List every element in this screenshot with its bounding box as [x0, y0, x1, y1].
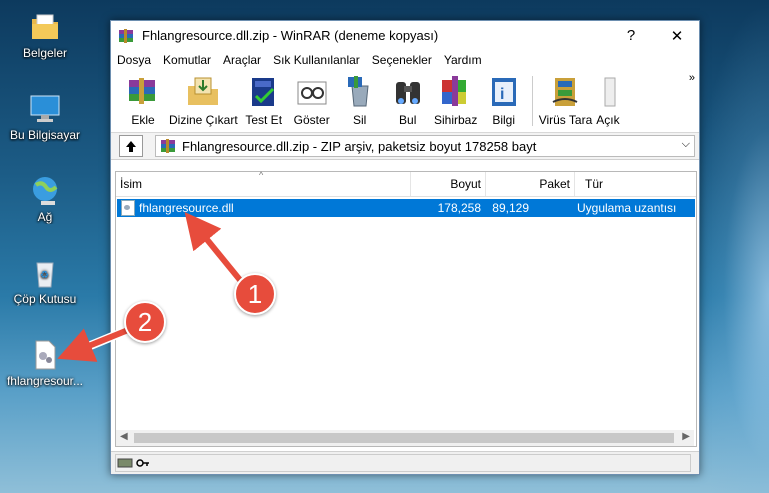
callout-badge-2: 2 [124, 301, 166, 343]
callout-badge-1: 1 [234, 273, 276, 315]
annotation-arrows [57, 212, 244, 362]
arrow-2 [57, 327, 130, 362]
arrow-1 [184, 212, 243, 282]
